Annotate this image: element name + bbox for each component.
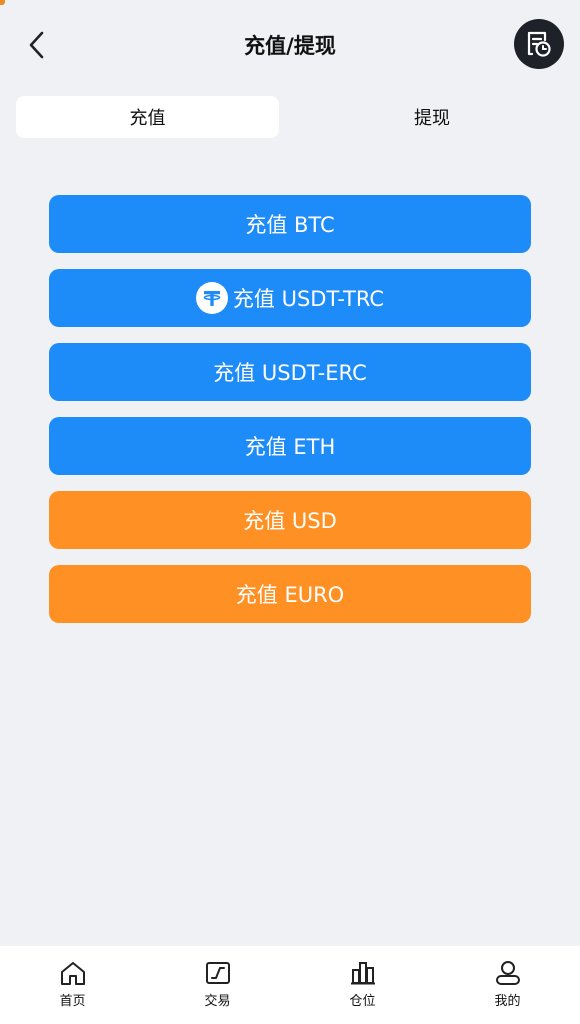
recharge-usdt-trc-button[interactable]: 充值 USDT-TRC (49, 269, 531, 327)
bottom-nav: 首页 交易 仓位 我的 (0, 946, 580, 1024)
user-icon (495, 961, 520, 985)
history-button[interactable] (514, 19, 564, 69)
nav-label-home: 首页 (59, 994, 86, 1009)
tab-recharge[interactable]: 充值 (16, 96, 279, 138)
record-history-icon (527, 31, 551, 57)
recharge-eth-button[interactable]: 充值 ETH (49, 417, 531, 475)
recharge-usdt-erc-label: 充值 USDT-ERC (213, 361, 367, 385)
recharge-usdt-trc-label: 充值 USDT-TRC (232, 287, 385, 311)
nav-item-profile[interactable]: 我的 (435, 946, 580, 1024)
recharge-usd-label: 充值 USD (243, 509, 337, 533)
tab-withdraw[interactable]: 提现 (300, 96, 564, 138)
page-title: 充值/提现 (244, 34, 336, 58)
recharge-withdraw-tabs: 充值 提现 (16, 96, 564, 138)
position-bars-icon (350, 962, 375, 985)
nav-label-position: 仓位 (349, 994, 376, 1009)
home-icon (60, 962, 85, 985)
recharge-euro-label: 充值 EURO (235, 583, 345, 607)
recharge-btc-label: 充值 BTC (245, 213, 335, 237)
trade-chart-icon (205, 962, 230, 984)
nav-item-trade[interactable]: 交易 (145, 946, 290, 1024)
recharge-btc-button[interactable]: 充值 BTC (49, 195, 531, 253)
recharge-withdraw-screen: 充值/提现 充值 提现 充值 BTC 充值 USDT-TRC 充值 USDT-E… (0, 0, 580, 1024)
nav-item-position[interactable]: 仓位 (290, 946, 435, 1024)
recharge-eth-label: 充值 ETH (244, 435, 336, 459)
nav-label-trade: 交易 (204, 994, 231, 1009)
nav-item-home[interactable]: 首页 (0, 946, 145, 1024)
recharge-euro-button[interactable]: 充值 EURO (49, 565, 531, 623)
header: 充值/提现 (0, 0, 580, 90)
recharge-options: 充值 BTC 充值 USDT-TRC 充值 USDT-ERC 充值 ETH 充值… (49, 195, 531, 639)
recharge-usdt-erc-button[interactable]: 充值 USDT-ERC (49, 343, 531, 401)
recharge-usd-button[interactable]: 充值 USD (49, 491, 531, 549)
tether-icon (195, 282, 228, 314)
nav-label-profile: 我的 (494, 994, 521, 1009)
